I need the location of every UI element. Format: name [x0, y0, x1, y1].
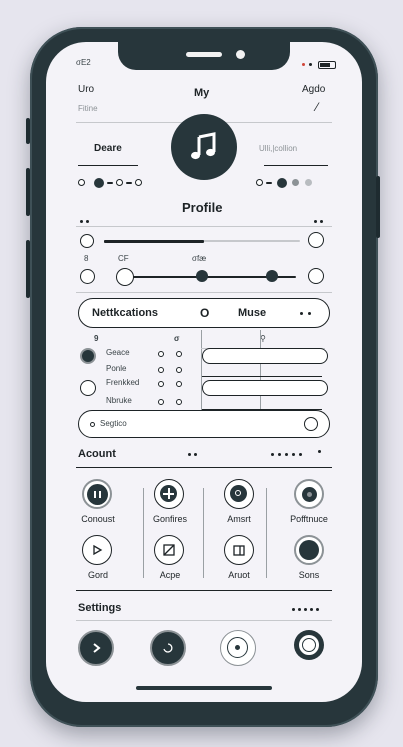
- player-left-button[interactable]: [80, 269, 95, 284]
- tile-label: Pofftnuce: [290, 514, 328, 524]
- header-title: My: [194, 87, 210, 99]
- tab-notifications[interactable]: Nettkcations: [92, 307, 158, 319]
- gonfires-button[interactable]: [154, 479, 184, 509]
- left-dot-controls[interactable]: [78, 178, 158, 188]
- account-divider: [76, 467, 332, 468]
- notch: [118, 42, 290, 70]
- settings-divider: [76, 620, 332, 621]
- radio-selected[interactable]: [80, 348, 96, 364]
- camera: [236, 50, 245, 59]
- aruot-button[interactable]: [224, 535, 254, 565]
- player-divider: [76, 292, 332, 293]
- profile-avatar[interactable]: [171, 114, 237, 180]
- battery-icon: [318, 61, 336, 69]
- radio-unselected[interactable]: [80, 380, 96, 396]
- profile-right-label: Ulli,|collion: [259, 144, 298, 153]
- side-button-left-2: [26, 168, 30, 216]
- tile-label: Gord: [87, 570, 108, 580]
- tile-label: Gonfires: [152, 514, 187, 524]
- account-heading: Acount: [78, 448, 116, 460]
- player-right-button[interactable]: [308, 268, 324, 284]
- contact-button[interactable]: [82, 479, 112, 509]
- tab-mid[interactable]: O: [200, 306, 209, 320]
- list-item-label: Nbruke: [106, 396, 132, 405]
- refresh-icon: [163, 643, 173, 653]
- profile-right-line: [264, 165, 328, 166]
- status-indicators: [302, 61, 352, 69]
- side-button-left-1: [26, 118, 30, 144]
- balance-knob[interactable]: [266, 270, 278, 282]
- play-icon: [93, 544, 103, 556]
- pause-icon: [87, 484, 108, 505]
- search-label: Segtico: [100, 419, 127, 428]
- tile-label: Conoust: [81, 514, 115, 524]
- window-icon: [233, 545, 245, 556]
- tile-label: Amsrt: [227, 514, 251, 524]
- progress-fill: [104, 240, 204, 243]
- list-item[interactable]: Frenkked: [78, 378, 328, 398]
- crop-square-icon: [163, 544, 175, 556]
- music-note-icon: [191, 132, 216, 160]
- acpe-button[interactable]: [154, 535, 184, 565]
- amsrt-button[interactable]: [224, 479, 254, 509]
- sons-button[interactable]: [294, 535, 324, 565]
- list-item[interactable]: Geace: [78, 346, 328, 366]
- home-indicator[interactable]: [136, 686, 272, 690]
- tile-label: Sons: [298, 570, 320, 580]
- side-button-left-3: [26, 240, 30, 298]
- settings-target-button[interactable]: [220, 630, 256, 666]
- player-b-label: 8: [84, 254, 89, 263]
- account-divider-2: [203, 488, 204, 578]
- list-item-label: Frenkked: [106, 378, 140, 387]
- search-icon: [90, 422, 95, 427]
- side-button-right: [376, 176, 380, 238]
- settings-refresh-button[interactable]: [150, 630, 186, 666]
- search-clear-icon[interactable]: [304, 417, 318, 431]
- profile-left-label: Deare: [94, 143, 122, 154]
- list-item-label: Ponle: [106, 364, 127, 373]
- player-sublabel-left: CF: [118, 254, 129, 263]
- header-left-top[interactable]: Uro: [78, 84, 94, 95]
- pofftnuce-button[interactable]: [294, 479, 324, 509]
- list-item[interactable]: Ponle: [78, 364, 328, 378]
- header-right-icon[interactable]: ⁄: [316, 100, 318, 114]
- chevron-right-icon: [93, 643, 101, 653]
- profile-left-line: [78, 165, 138, 166]
- list-col2: σ: [174, 334, 180, 343]
- tiles-divider: [76, 590, 332, 591]
- settings-ring-button[interactable]: [294, 630, 324, 660]
- profile-title: Profile: [182, 200, 223, 215]
- tile-label: Aruot: [228, 570, 250, 580]
- stop-icon: [299, 540, 319, 560]
- profile-divider: [76, 226, 332, 227]
- account-divider-3: [266, 488, 267, 578]
- header-left-sub: Fitine: [78, 104, 98, 113]
- settings-play-button[interactable]: [78, 630, 114, 666]
- eq-knob[interactable]: [196, 270, 208, 282]
- account-divider-1: [143, 488, 144, 578]
- right-dot-controls[interactable]: [256, 178, 336, 188]
- list-col1: 9: [94, 334, 99, 343]
- tab-muse[interactable]: Muse: [238, 307, 266, 319]
- player-toggle-left[interactable]: [80, 234, 94, 248]
- gord-button[interactable]: [82, 535, 112, 565]
- volume-knob[interactable]: [116, 268, 134, 286]
- player-toggle-right[interactable]: [308, 232, 324, 248]
- screen: σE2 Uro Fitine My Agdo ⁄ Deare Ulli,|col…: [46, 42, 362, 702]
- tile-label: Acpe: [159, 570, 181, 580]
- player-sublabel-mid: σfæ: [192, 254, 207, 263]
- header-right-top[interactable]: Agdo: [302, 84, 325, 95]
- list-item-label: Geace: [106, 348, 130, 357]
- settings-heading: Settings: [78, 602, 122, 614]
- status-time: σE2: [76, 58, 91, 67]
- speaker: [186, 52, 222, 57]
